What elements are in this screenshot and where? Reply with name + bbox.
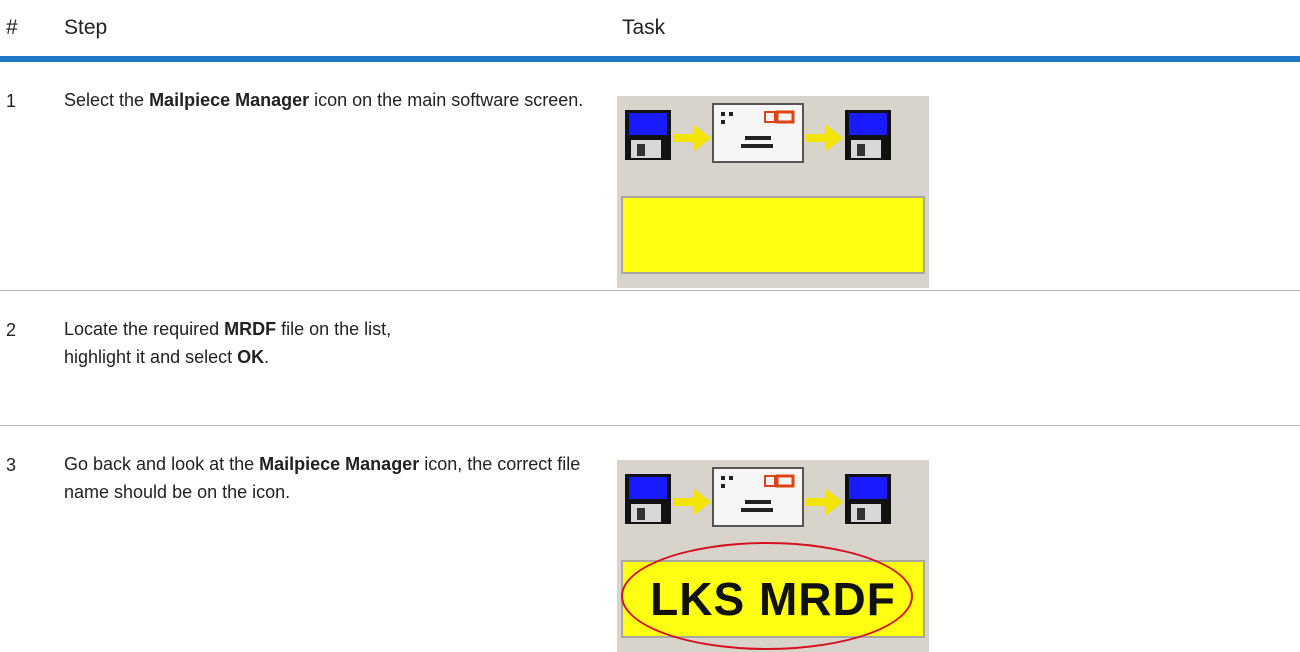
step-text-segment: highlight it and select (64, 347, 238, 367)
step-text: Select the Mailpiece Manager icon on the… (64, 86, 584, 114)
step-text-segment: Locate the required (64, 319, 225, 339)
table-row: 2 Locate the required MRDF file on the l… (0, 291, 1300, 425)
table-row: 3 Go back and look at the Mailpiece Mana… (0, 426, 1300, 652)
arrow-right-icon (673, 488, 711, 516)
arrow-right-icon (805, 124, 843, 152)
table-header: # Step Task (0, 0, 1300, 56)
highlight-ellipse (621, 542, 913, 650)
arrow-right-icon (805, 488, 843, 516)
column-header-task: Task (622, 16, 666, 39)
step-text-segment: file on the list, (276, 319, 392, 339)
step-text-emphasis: MRDF (224, 319, 277, 339)
mailpiece-manager-icon: LKS MRDF (617, 460, 929, 652)
step-text-segment: Go back and look at the (64, 454, 260, 474)
floppy-disk-icon (625, 474, 671, 524)
floppy-disk-icon (625, 110, 671, 160)
step-text-segment: Select the (64, 90, 150, 110)
step-text: Go back and look at the Mailpiece Manage… (64, 450, 584, 506)
step-text: Locate the required MRDF file on the lis… (64, 315, 584, 371)
floppy-disk-icon (845, 474, 891, 524)
step-number: 1 (6, 91, 17, 111)
step-text-segment: icon on the main software screen. (309, 90, 584, 110)
arrow-right-icon (673, 124, 711, 152)
mailpiece-manager-icon (617, 96, 929, 288)
envelope-icon (712, 103, 804, 163)
step-text-emphasis: OK (237, 347, 265, 367)
step-number: 2 (6, 320, 17, 340)
floppy-disk-icon (845, 110, 891, 160)
column-header-step: Step (64, 16, 108, 39)
step-text-emphasis: Mailpiece Manager (259, 454, 420, 474)
step-text-emphasis: Mailpiece Manager (149, 90, 310, 110)
column-header-number: # (6, 16, 18, 39)
envelope-icon (712, 467, 804, 527)
step-number: 3 (6, 455, 17, 475)
table-row: 1 Select the Mailpiece Manager icon on t… (0, 62, 1300, 290)
step-text-segment: . (264, 347, 270, 367)
file-name-label (621, 196, 925, 274)
